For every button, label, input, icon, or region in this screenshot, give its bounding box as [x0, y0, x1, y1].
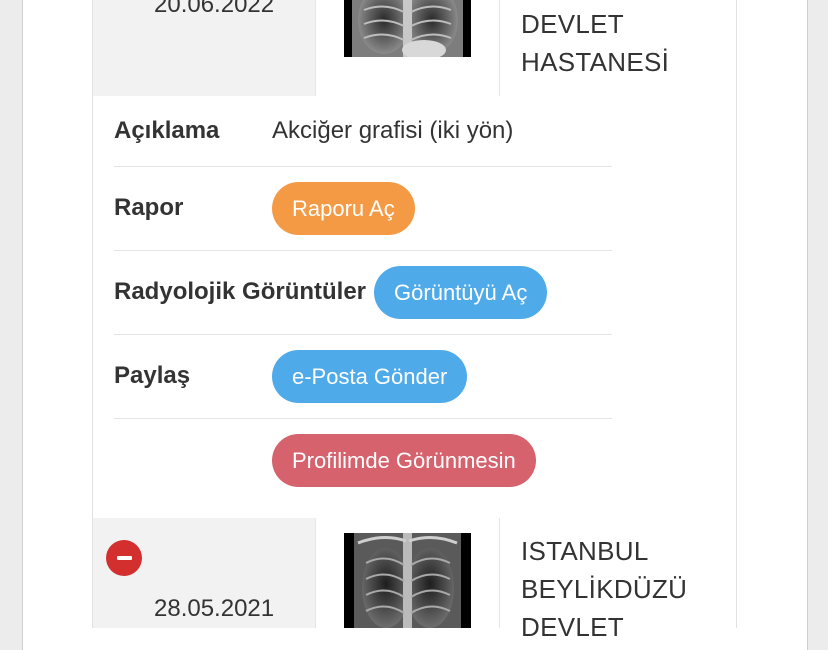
share-label: Paylaş: [114, 362, 191, 389]
record-hospital-cell: ISTANBUL BEYLİKDÜZÜ DEVLET: [500, 518, 736, 642]
minus-circle-icon[interactable]: [106, 540, 142, 576]
open-report-button[interactable]: Raporu Aç: [272, 181, 415, 235]
report-label: Rapor: [114, 194, 184, 221]
description-row: Açıklama Akciğer grafisi (iki yön): [114, 96, 612, 167]
record-summary-row[interactable]: 20.06.2022 DEVLET HASTANESİ: [93, 0, 736, 96]
hospital-line: ISTANBUL: [521, 536, 649, 566]
chest-xray-thumbnail[interactable]: [344, 0, 471, 57]
hospital-line: DEVLET: [521, 612, 624, 642]
minus-bar: [116, 556, 132, 560]
hospital-line: DEVLET: [521, 9, 624, 39]
hospital-line: BEYLİKDÜZÜ: [521, 574, 688, 604]
record-date: 20.06.2022: [154, 0, 275, 18]
hospital-name: ISTANBUL BEYLİKDÜZÜ DEVLET: [521, 532, 687, 646]
description-value: Akciğer grafisi (iki yön): [272, 117, 514, 144]
record-hospital-cell: DEVLET HASTANESİ: [500, 0, 736, 96]
record-card-1: 20.06.2022 DEVLET HASTANESİ Açıklama Akc…: [92, 0, 737, 520]
record-date-cell: 28.05.2021: [93, 518, 316, 628]
record-image-cell: [316, 0, 500, 96]
hospital-name: DEVLET HASTANESİ: [521, 5, 669, 81]
hospital-line: HASTANESİ: [521, 47, 670, 77]
report-row: Rapor Raporu Aç: [114, 166, 612, 251]
share-row: Paylaş e-Posta Gönder: [114, 334, 612, 419]
record-summary-row[interactable]: 28.05.2021 ISTANBUL BEYLİKDÜZÜ DEVLET: [93, 518, 736, 642]
record-date-cell: 20.06.2022: [93, 0, 316, 96]
images-row: Radyolojik Görüntüler Görüntüyü Aç: [114, 250, 612, 335]
description-label: Açıklama: [114, 117, 220, 144]
open-image-button[interactable]: Görüntüyü Aç: [374, 265, 548, 319]
hide-row: Profilimde Görünmesin: [114, 418, 612, 502]
record-date: 28.05.2021: [154, 595, 275, 622]
hide-from-profile-button[interactable]: Profilimde Görünmesin: [272, 433, 536, 487]
chest-xray-thumbnail[interactable]: [344, 533, 471, 628]
record-card-2: 28.05.2021 ISTANBUL BEYLİKDÜZÜ DEVLET: [92, 518, 737, 642]
record-image-cell: [316, 518, 500, 628]
send-email-button[interactable]: e-Posta Gönder: [272, 349, 468, 403]
images-label: Radyolojik Görüntüler: [114, 278, 367, 305]
